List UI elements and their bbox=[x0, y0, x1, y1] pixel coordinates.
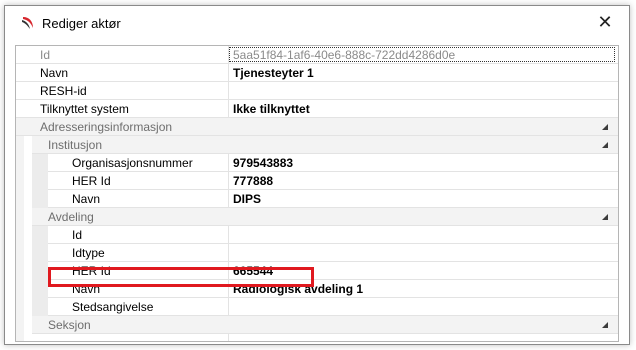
column-divider bbox=[228, 82, 229, 100]
property-row-organisasjonsnummer[interactable]: Organisasjonsnummer 979543883 bbox=[48, 154, 618, 172]
property-row-navn[interactable]: Navn Tjenesteyter 1 bbox=[16, 64, 618, 82]
column-divider bbox=[228, 190, 229, 208]
property-label: Id bbox=[40, 48, 51, 62]
indent-gutter bbox=[16, 136, 24, 341]
category-label: Avdeling bbox=[48, 210, 94, 224]
column-divider bbox=[228, 298, 229, 316]
property-grid: Id 5aa51f84-1af6-40e6-888c-722dd4286d0e … bbox=[15, 45, 619, 342]
category-seksjon[interactable]: Seksjon bbox=[32, 316, 618, 334]
property-label: Tilknyttet system bbox=[40, 102, 129, 116]
property-row-id[interactable]: Id bbox=[48, 226, 618, 244]
close-icon[interactable]: ✕ bbox=[595, 12, 615, 32]
property-label: Navn bbox=[72, 192, 101, 206]
collapse-triangle-icon[interactable] bbox=[602, 142, 608, 148]
category-label: Institusjon bbox=[48, 138, 103, 152]
window-title: Rediger aktør bbox=[42, 16, 121, 31]
indent-gutter bbox=[32, 154, 48, 208]
column-divider bbox=[228, 64, 229, 82]
app-logo-icon bbox=[22, 17, 33, 29]
property-row-idtype[interactable]: Idtype bbox=[48, 244, 618, 262]
edit-actor-dialog: Rediger aktør ✕ Id 5aa51f84-1af6-40e6-88… bbox=[4, 5, 630, 345]
property-value[interactable]: 777888 bbox=[233, 174, 273, 188]
property-row-stedsangivelse[interactable]: Stedsangivelse bbox=[48, 298, 618, 316]
property-row-navn[interactable]: Navn DIPS bbox=[48, 190, 618, 208]
property-value[interactable]: 979543883 bbox=[233, 156, 293, 170]
property-label: RESH-id bbox=[40, 84, 87, 98]
column-divider bbox=[228, 154, 229, 172]
column-divider bbox=[228, 172, 229, 190]
category-adresseringsinformasjon[interactable]: Adresseringsinformasjon bbox=[16, 118, 618, 136]
category-label: Seksjon bbox=[48, 318, 91, 332]
property-row-her-id[interactable]: HER Id 777888 bbox=[48, 172, 618, 190]
category-label: Adresseringsinformasjon bbox=[40, 120, 173, 134]
column-divider bbox=[228, 226, 229, 244]
column-divider bbox=[228, 244, 229, 262]
property-label: Navn bbox=[40, 66, 69, 80]
property-row-tilknyttet-system[interactable]: Tilknyttet system Ikke tilknyttet bbox=[16, 100, 618, 118]
property-label: Stedsangivelse bbox=[72, 300, 154, 314]
highlight-box bbox=[48, 267, 314, 287]
property-label: Id bbox=[72, 228, 83, 242]
column-divider bbox=[228, 334, 229, 341]
collapse-triangle-icon[interactable] bbox=[602, 322, 608, 328]
property-value[interactable]: Ikke tilknyttet bbox=[233, 102, 310, 116]
property-row-resh-id[interactable]: RESH-id bbox=[16, 82, 618, 100]
title-bar: Rediger aktør ✕ bbox=[5, 6, 629, 40]
indent-gutter bbox=[32, 226, 48, 316]
property-row-partial bbox=[48, 334, 618, 341]
property-label: HER Id bbox=[72, 174, 111, 188]
property-value[interactable]: DIPS bbox=[233, 192, 261, 206]
property-value[interactable]: 5aa51f84-1af6-40e6-888c-722dd4286d0e bbox=[233, 48, 455, 62]
category-institusjon[interactable]: Institusjon bbox=[32, 136, 618, 154]
property-row-id[interactable]: Id 5aa51f84-1af6-40e6-888c-722dd4286d0e bbox=[16, 46, 618, 64]
property-label: Organisasjonsnummer bbox=[72, 156, 193, 170]
collapse-triangle-icon[interactable] bbox=[602, 214, 608, 220]
column-divider bbox=[228, 100, 229, 118]
property-value[interactable]: Tjenesteyter 1 bbox=[233, 66, 314, 80]
category-avdeling[interactable]: Avdeling bbox=[32, 208, 618, 226]
collapse-triangle-icon[interactable] bbox=[602, 124, 608, 130]
property-label: Idtype bbox=[72, 246, 105, 260]
